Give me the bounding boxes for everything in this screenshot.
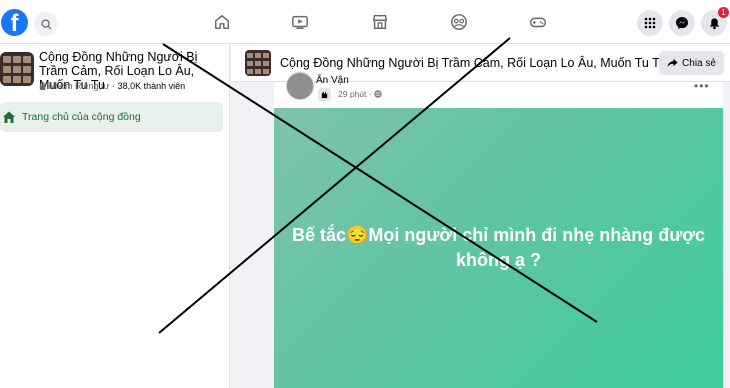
post-background: Bế tắc😔Mọi người chỉ mình đi nhẹ nhàng đ… [274, 108, 723, 388]
member-badge[interactable] [318, 88, 331, 101]
group-meta: Nhóm Riêng tư · 38,0K thành viên [39, 81, 185, 91]
messenger-button[interactable] [669, 10, 695, 36]
share-button[interactable]: Chia sẻ [659, 51, 724, 75]
left-sidebar: Cộng Đồng Những Người Bị Trầm Cảm, Rối L… [0, 44, 230, 388]
post-author[interactable]: Ẩn Vận [316, 75, 349, 86]
globe-icon [374, 90, 382, 98]
post-time[interactable]: 29 phút · [338, 89, 382, 99]
notifications-button[interactable]: 1 [701, 7, 729, 36]
header-group-name[interactable]: Cộng Đồng Những Người Bị Trầm Cảm, Rối L… [280, 56, 666, 70]
community-home-link[interactable]: Trang chủ của cộng đồng [0, 102, 223, 132]
community-home-label: Trang chủ của cộng đồng [22, 111, 141, 123]
groups-icon[interactable] [449, 12, 469, 32]
menu-button[interactable] [637, 10, 663, 36]
post-more-options[interactable]: ••• [694, 79, 710, 93]
post-time-text: 29 phút [338, 89, 367, 99]
post-card: Ẩn Vận 29 phút · ••• Bế tắc😔Mọi người ch… [274, 72, 723, 388]
grid-menu-icon [644, 17, 656, 29]
home-icon[interactable] [212, 12, 232, 32]
home-icon [3, 111, 15, 123]
author-avatar[interactable] [286, 72, 314, 100]
notification-count-badge: 1 [718, 7, 729, 18]
post-time-separator: · [368, 89, 372, 99]
lock-icon [39, 82, 46, 90]
post-text: Bế tắc😔Mọi người chỉ mình đi nhẹ nhàng đ… [291, 225, 706, 270]
bell-icon [709, 17, 719, 29]
watch-icon[interactable] [290, 12, 310, 32]
group-privacy: Nhóm Riêng tư [48, 81, 110, 91]
search-icon [40, 18, 52, 30]
marketplace-icon[interactable] [370, 12, 390, 32]
meta-separator: · [112, 81, 116, 91]
search-button[interactable] [34, 12, 58, 36]
facebook-logo[interactable]: f [1, 9, 28, 36]
top-navigation-bar: f 1 [0, 0, 730, 44]
group-thumbnail-small[interactable] [245, 50, 271, 76]
group-members: 38,0K thành viên [117, 81, 186, 91]
group-thumbnail[interactable] [0, 52, 34, 86]
gaming-icon[interactable] [528, 12, 548, 32]
share-icon [667, 58, 678, 68]
member-badge-icon [321, 91, 328, 99]
share-label: Chia sẻ [682, 57, 716, 69]
messenger-icon [676, 17, 688, 29]
